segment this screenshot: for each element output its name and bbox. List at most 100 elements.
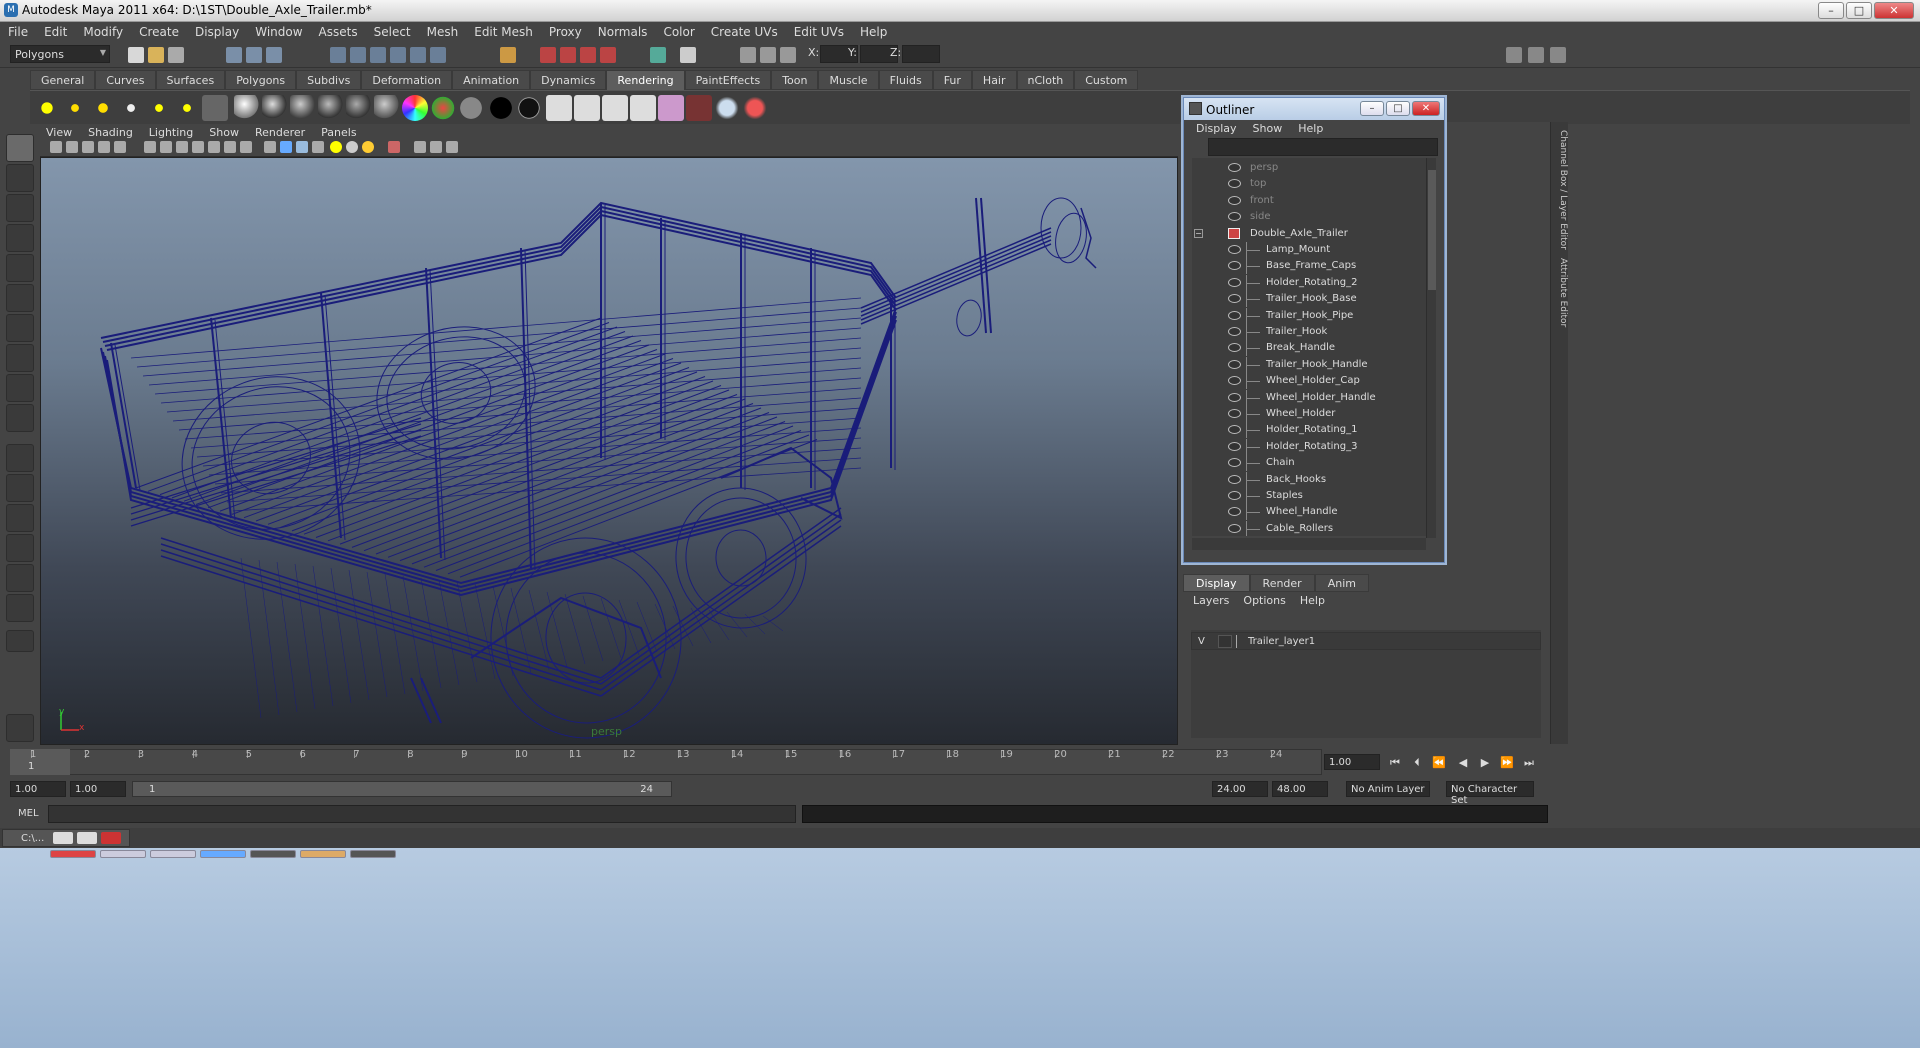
menu-normals[interactable]: Normals	[598, 25, 648, 39]
camera-select-icon[interactable]	[50, 141, 62, 153]
go-to-start-icon[interactable]: ⏮	[1388, 756, 1402, 769]
animation-end-field[interactable]: 48.00	[1272, 781, 1328, 797]
tab-fluids[interactable]: Fluids	[878, 70, 933, 90]
taskbar-item[interactable]	[150, 850, 196, 858]
outliner-row-camera[interactable]: persp	[1192, 160, 1426, 176]
outliner-menu-display[interactable]: Display	[1196, 122, 1237, 135]
layered-shader-icon[interactable]	[458, 95, 484, 121]
outliner-row-mesh[interactable]: Wheel_Holder_Handle	[1192, 389, 1426, 406]
ambient-light-icon[interactable]	[34, 95, 60, 121]
render-settings-icon[interactable]	[580, 47, 596, 63]
command-input[interactable]	[48, 805, 796, 823]
character-set-dropdown[interactable]: No Character Set	[1446, 781, 1534, 806]
outliner-row-mesh[interactable]: Back_Hooks	[1192, 471, 1426, 488]
shadows-icon[interactable]	[362, 141, 374, 153]
outliner-search-field[interactable]	[1208, 138, 1438, 156]
current-frame-field[interactable]: 1.00	[1324, 754, 1380, 770]
show-attribute-editor-icon[interactable]	[1506, 47, 1522, 63]
layer-menu-layers[interactable]: Layers	[1193, 594, 1229, 610]
step-forward-key-icon[interactable]: ⏩	[1500, 756, 1514, 769]
smooth-shade-icon[interactable]	[280, 141, 292, 153]
viewport-menu-panels[interactable]: Panels	[321, 126, 356, 139]
scale-tool-icon[interactable]	[6, 284, 34, 312]
viewport-menu-renderer[interactable]: Renderer	[255, 126, 305, 139]
viewport-menu-view[interactable]: View	[46, 126, 72, 139]
render-current-icon[interactable]	[546, 95, 572, 121]
menu-edit-mesh[interactable]: Edit Mesh	[474, 25, 533, 39]
outliner-row-mesh[interactable]: Trailer_Hook_Pipe	[1192, 307, 1426, 324]
menu-help[interactable]: Help	[860, 25, 887, 39]
construction-history-icon[interactable]	[500, 47, 516, 63]
2d-pan-icon[interactable]	[114, 141, 126, 153]
hypershade-shelf-icon[interactable]	[658, 95, 684, 121]
history-icon[interactable]	[430, 47, 446, 63]
menu-color[interactable]: Color	[663, 25, 694, 39]
single-pane-layout-icon[interactable]	[6, 444, 34, 472]
lasso-tool-icon[interactable]	[6, 164, 34, 192]
snap-view-plane-icon[interactable]	[390, 47, 406, 63]
blinn-icon[interactable]	[262, 95, 288, 121]
layer-name[interactable]: Trailer_layer1	[1248, 636, 1315, 647]
wireframe-icon[interactable]	[264, 141, 276, 153]
layer-menu-help[interactable]: Help	[1300, 594, 1325, 610]
layer-tab-render[interactable]: Render	[1249, 574, 1315, 592]
ramp-shader-icon[interactable]	[402, 95, 428, 121]
viewport-menu-shading[interactable]: Shading	[88, 126, 133, 139]
outliner-row-camera[interactable]: top	[1192, 176, 1426, 192]
new-scene-icon[interactable]	[128, 47, 144, 63]
tab-animation[interactable]: Animation	[452, 70, 531, 90]
current-time-marker[interactable]: 1	[10, 749, 70, 775]
restore-icon[interactable]	[53, 832, 73, 844]
shading-map-icon[interactable]	[516, 95, 542, 121]
minimize-button[interactable]: –	[1818, 2, 1844, 19]
paint-icon[interactable]	[742, 95, 768, 121]
resolution-gate-icon[interactable]	[176, 141, 188, 153]
volume-light-icon[interactable]	[174, 95, 200, 121]
taskbar-item[interactable]	[250, 850, 296, 858]
menu-select[interactable]: Select	[374, 25, 411, 39]
menu-set-selector[interactable]: Polygons	[10, 45, 110, 63]
start-orb-icon[interactable]	[50, 850, 96, 858]
persp-hypershade-layout-icon[interactable]	[6, 564, 34, 592]
outliner-menu-show[interactable]: Show	[1253, 122, 1283, 135]
directional-light-icon[interactable]	[62, 95, 88, 121]
render-layers-icon[interactable]	[202, 95, 228, 121]
help-line-icon[interactable]	[6, 714, 34, 742]
step-back-frame-icon[interactable]: ⏴	[1410, 756, 1424, 769]
persp-graph-hypershade-icon[interactable]	[6, 594, 34, 622]
outliner-close-button[interactable]: ✕	[1412, 101, 1440, 116]
viewport-menu-show[interactable]: Show	[209, 126, 239, 139]
outliner-row-mesh[interactable]: Holder_Rotating_3	[1192, 438, 1426, 455]
tab-dynamics[interactable]: Dynamics	[530, 70, 607, 90]
tab-subdivs[interactable]: Subdivs	[296, 70, 362, 90]
make-live-icon[interactable]	[410, 47, 426, 63]
anim-layer-dropdown[interactable]: No Anim Layer	[1346, 781, 1430, 797]
outliner-vertical-scrollbar[interactable]	[1426, 158, 1436, 538]
outliner-maximize-button[interactable]: □	[1386, 101, 1410, 116]
perspective-viewport[interactable]: y x persp	[40, 157, 1178, 745]
tab-painteffects[interactable]: PaintEffects	[684, 70, 772, 90]
tab-surfaces[interactable]: Surfaces	[155, 70, 226, 90]
menu-assets[interactable]: Assets	[319, 25, 358, 39]
isolate-select-icon[interactable]	[388, 141, 400, 153]
xray-active-icon[interactable]	[430, 141, 442, 153]
sphere-shader-icon[interactable]	[234, 95, 260, 121]
ipr-render-icon[interactable]	[560, 47, 576, 63]
anisotropic-icon[interactable]	[430, 95, 456, 121]
select-tool-icon[interactable]	[6, 134, 34, 162]
layer-type-toggle[interactable]	[1218, 635, 1232, 648]
viewport-menu-lighting[interactable]: Lighting	[149, 126, 193, 139]
minimized-window[interactable]: C:\...	[2, 829, 130, 847]
hypershade-icon[interactable]	[600, 47, 616, 63]
ipr-icon[interactable]	[574, 95, 600, 121]
outliner-row-camera[interactable]: front	[1192, 193, 1426, 209]
tab-custom[interactable]: Custom	[1074, 70, 1139, 90]
outliner-row-camera[interactable]: side	[1192, 209, 1426, 225]
render-settings-shelf-icon[interactable]	[686, 95, 712, 121]
film-gate-icon[interactable]	[160, 141, 172, 153]
tab-rendering[interactable]: Rendering	[606, 70, 685, 90]
outliner-row-root[interactable]: − Double_Axle_Trailer	[1192, 226, 1426, 242]
range-slider[interactable]: 1 24	[132, 781, 672, 797]
select-component-icon[interactable]	[266, 47, 282, 63]
snap-curve-icon[interactable]	[350, 47, 366, 63]
